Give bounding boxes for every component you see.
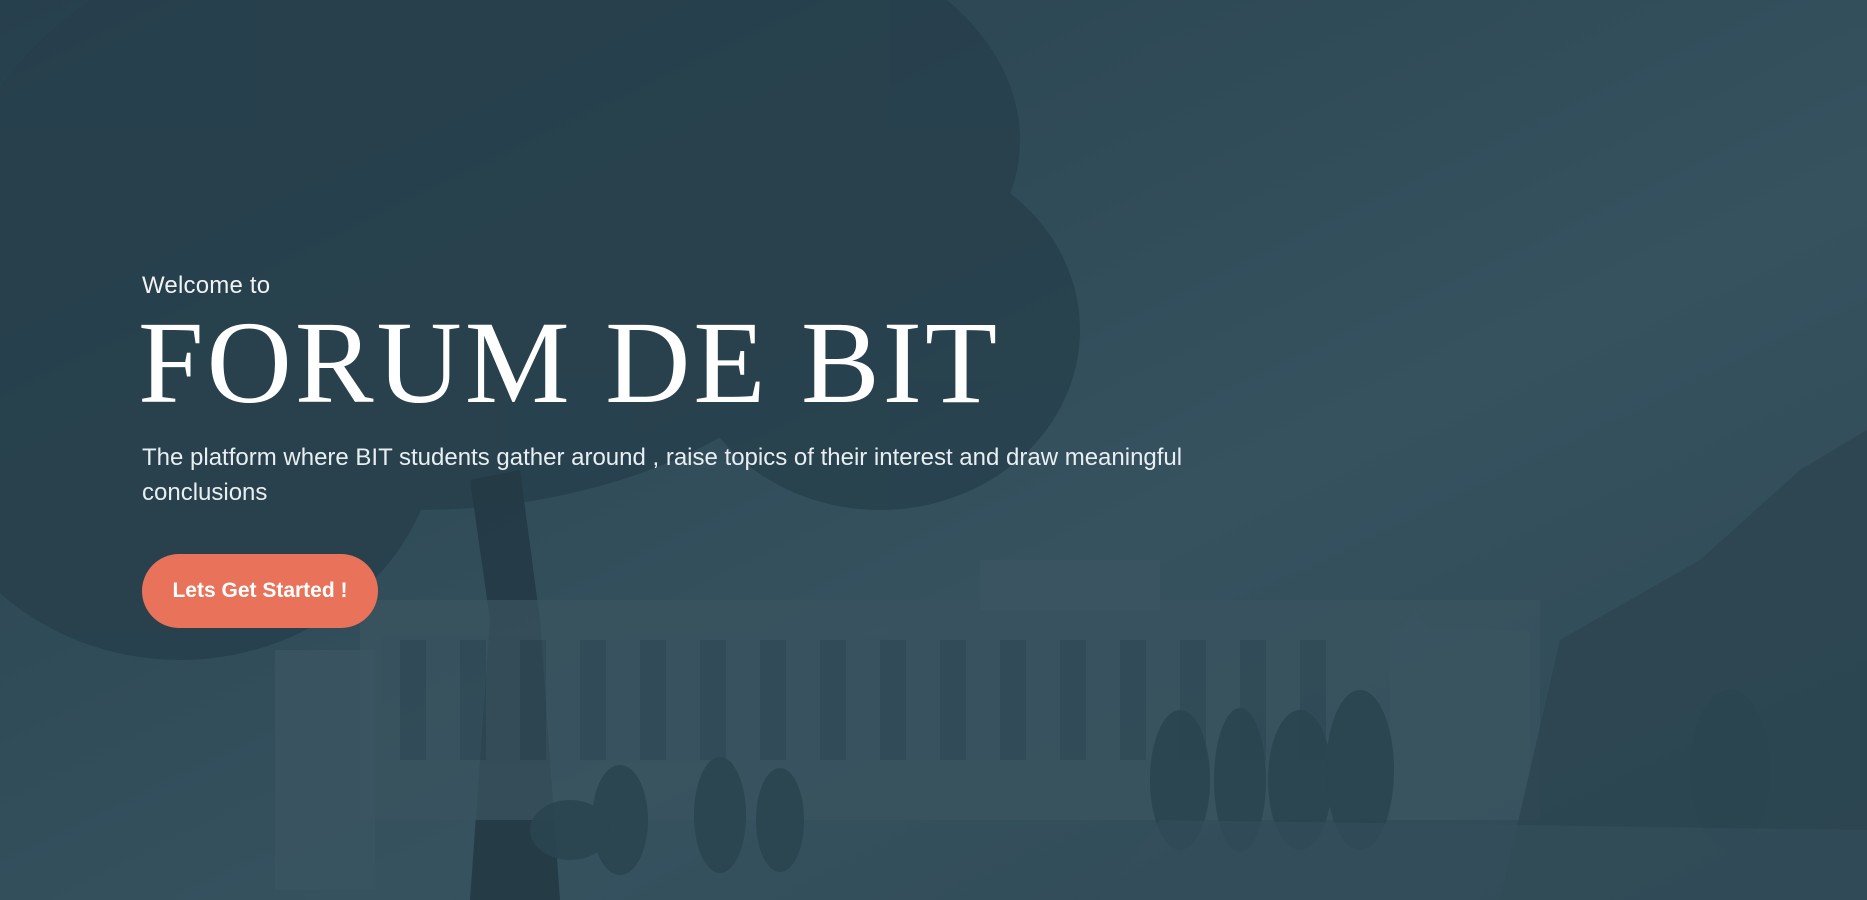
- page-title: FORUM DE BIT: [138, 297, 1001, 428]
- get-started-button[interactable]: Lets Get Started !: [142, 554, 378, 628]
- hero-content: Welcome to FORUM DE BIT The platform whe…: [138, 270, 1242, 510]
- hero-section: Welcome to FORUM DE BIT The platform whe…: [0, 0, 1867, 900]
- tagline-text: The platform where BIT students gather a…: [142, 444, 1183, 506]
